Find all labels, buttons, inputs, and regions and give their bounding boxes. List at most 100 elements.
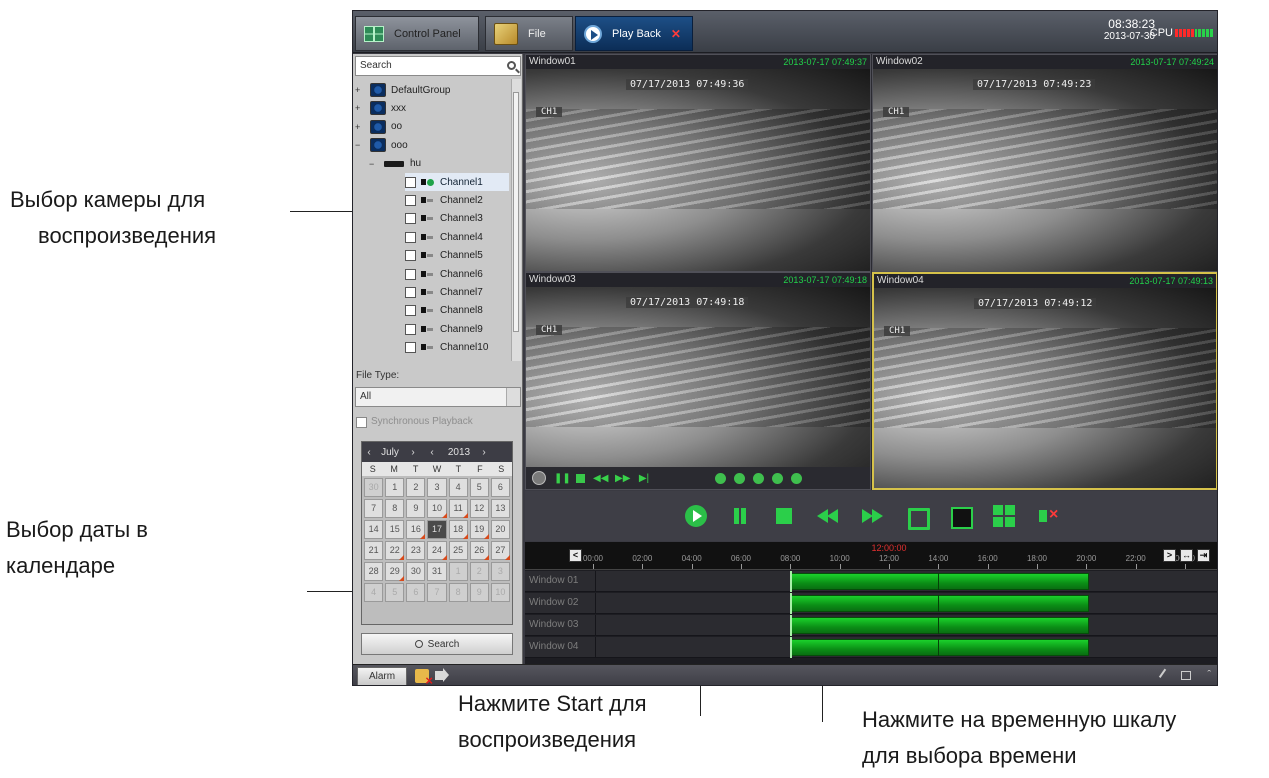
rewind-icon[interactable]: ◀◀ (593, 473, 608, 484)
calendar-day[interactable]: 16 (406, 520, 426, 539)
video-window[interactable]: Window04 2013-07-17 07:49:13 07/17/2013 07… (872, 272, 1217, 490)
tree-channel-item[interactable]: Channel3 (405, 210, 509, 228)
calendar-day[interactable]: 22 (385, 541, 405, 560)
timeline-row[interactable]: Window 03 (525, 615, 1217, 636)
tree-toggle-icon[interactable]: − (355, 140, 362, 150)
channel-checkbox[interactable] (405, 342, 416, 354)
calendar-day[interactable]: 26 (469, 541, 489, 560)
snapshot-icon[interactable] (734, 472, 745, 484)
calendar-day[interactable]: 4 (364, 583, 384, 602)
rewind-icon[interactable] (817, 505, 839, 527)
year-prev-icon[interactable]: ‹ (422, 447, 442, 458)
pause-icon[interactable]: ❚❚ (554, 473, 571, 484)
tree-toggle-icon[interactable]: + (355, 122, 362, 132)
quad-view-icon[interactable] (993, 505, 1015, 527)
video-window[interactable]: Window02 2013-07-17 07:49:24 07/17/2013 07… (872, 54, 1217, 272)
fullscreen-icon[interactable] (905, 505, 930, 530)
mute-icon[interactable] (1037, 505, 1059, 527)
calendar-day[interactable]: 4 (448, 478, 468, 497)
tab-control-panel[interactable]: Control Panel (355, 16, 479, 51)
timeline-row[interactable]: Window 02 (525, 593, 1217, 614)
calendar-day[interactable]: 3 (490, 562, 510, 581)
calendar-day[interactable]: 2 (469, 562, 489, 581)
channel-checkbox[interactable] (405, 176, 416, 188)
next-frame-icon[interactable]: ▶| (637, 473, 651, 484)
chevron-down-icon[interactable] (506, 388, 520, 406)
chevron-up-icon[interactable]: ˆ (1207, 669, 1211, 681)
timeline[interactable]: 12:00:00 00:00 02:00 04:00 06:00 08:00 10:00 1… (525, 542, 1217, 664)
timeline-row[interactable]: Window 01 (525, 571, 1217, 592)
calendar-day[interactable]: 28 (364, 562, 384, 581)
tree-channel-item[interactable]: Channel9 (405, 320, 509, 338)
calendar-day[interactable]: 25 (448, 541, 468, 560)
stop-icon[interactable] (576, 473, 585, 483)
recording-segment[interactable] (790, 639, 1089, 656)
month-prev-icon[interactable]: ‹ (362, 447, 376, 458)
calendar-day[interactable]: 19 (469, 520, 489, 539)
calendar-day[interactable]: 29 (385, 562, 405, 581)
calendar-day[interactable]: 15 (385, 520, 405, 539)
calendar-day[interactable]: 1 (448, 562, 468, 581)
recording-segment[interactable] (790, 595, 1089, 612)
calendar-day[interactable]: 18 (448, 520, 468, 539)
channel-checkbox[interactable] (405, 213, 416, 225)
tab-playback[interactable]: Play Back ✕ (575, 16, 693, 51)
calendar-day[interactable]: 6 (406, 583, 426, 602)
play-icon[interactable] (685, 505, 707, 527)
timeline-zoom-in-icon[interactable]: ↔ (1180, 549, 1193, 562)
channel-checkbox[interactable] (405, 268, 416, 280)
channel-checkbox[interactable] (405, 323, 416, 335)
tree-device-item[interactable]: − hu (369, 155, 421, 173)
audio-icon[interactable] (772, 472, 783, 484)
channel-checkbox[interactable] (405, 305, 416, 317)
close-tab-icon[interactable]: ✕ (671, 27, 681, 41)
search-button[interactable]: Search (361, 633, 513, 655)
month-next-icon[interactable]: › (404, 447, 422, 458)
tree-channel-item[interactable]: Channel2 (405, 191, 509, 209)
tree-toggle-icon[interactable]: + (355, 103, 362, 113)
settings-icon[interactable] (753, 472, 764, 484)
restore-window-icon[interactable] (1181, 671, 1191, 680)
calendar-day[interactable]: 13 (490, 499, 510, 518)
fast-forward-icon[interactable] (861, 505, 883, 527)
tree-scroll-thumb[interactable] (513, 92, 519, 332)
calendar-day[interactable]: 31 (427, 562, 447, 581)
calendar-day[interactable]: 10 (490, 583, 510, 602)
play-icon[interactable] (532, 471, 546, 485)
calendar-day[interactable]: 27 (490, 541, 511, 560)
calendar-day[interactable]: 20 (490, 520, 510, 539)
calendar-day[interactable]: 23 (406, 541, 426, 560)
calendar-day[interactable]: 10 (427, 499, 447, 518)
tree-toggle-icon[interactable]: + (355, 85, 362, 95)
channel-checkbox[interactable] (405, 194, 416, 206)
tree-group-item[interactable]: + DefaultGroup (355, 81, 450, 99)
speaker-icon[interactable] (435, 668, 449, 682)
timeline-zoom-out-icon[interactable]: ⇥ (1197, 549, 1210, 562)
search-icon[interactable] (507, 61, 516, 70)
tree-channel-item[interactable]: Channel8 (405, 302, 509, 320)
calendar-day[interactable]: 8 (385, 499, 405, 518)
video-window[interactable]: Window01 2013-07-17 07:49:37 07/17/2013 07… (525, 54, 871, 272)
calendar-day[interactable]: 24 (427, 541, 447, 560)
timeline-ruler[interactable]: 12:00:00 00:00 02:00 04:00 06:00 08:00 10:00 1… (525, 542, 1217, 570)
tree-channel-item[interactable]: Channel10 (405, 339, 509, 357)
single-view-icon[interactable] (949, 505, 973, 529)
tree-channel-item[interactable]: Channel1 (405, 173, 509, 191)
calendar-day[interactable]: 5 (385, 583, 405, 602)
stop-icon[interactable] (773, 505, 795, 527)
year-next-icon[interactable]: › (476, 447, 492, 458)
calendar-day[interactable]: 8 (448, 583, 468, 602)
tree-channel-item[interactable]: Channel7 (405, 283, 509, 301)
fast-forward-icon[interactable]: ▶▶ (615, 473, 630, 484)
pause-icon[interactable] (729, 505, 751, 527)
calendar-day[interactable]: 7 (427, 583, 447, 602)
channel-checkbox[interactable] (405, 231, 416, 243)
tab-file[interactable]: File (485, 16, 573, 51)
pin-icon[interactable] (1158, 668, 1172, 682)
alarm-off-icon[interactable] (415, 669, 433, 685)
timeline-prev-icon[interactable]: < (569, 549, 582, 562)
zoom-icon[interactable] (715, 472, 726, 484)
sync-playback-checkbox[interactable] (356, 417, 367, 428)
calendar-day[interactable]: 12 (469, 499, 489, 518)
calendar-day[interactable]: 5 (469, 478, 489, 497)
